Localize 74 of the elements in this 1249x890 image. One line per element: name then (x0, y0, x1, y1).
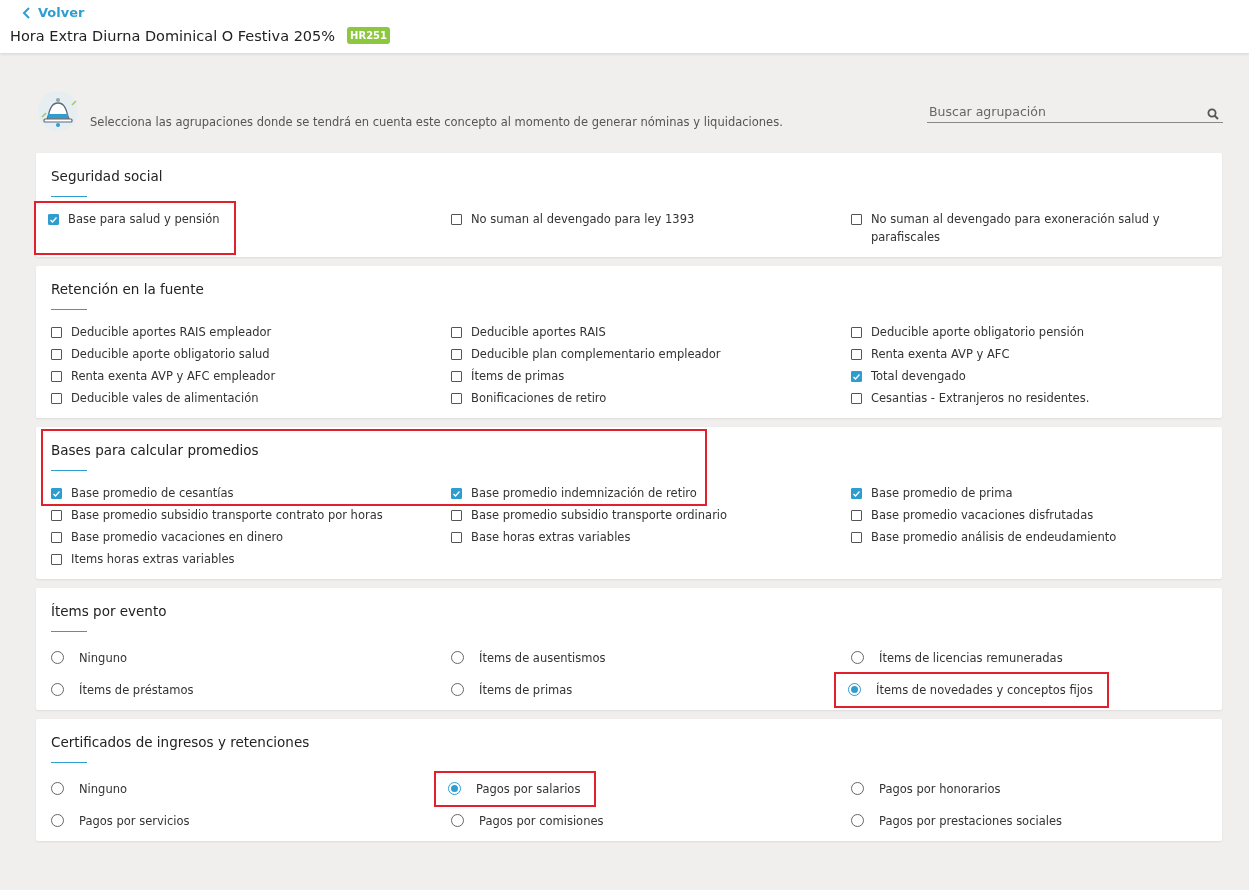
checkbox[interactable] (451, 371, 462, 382)
checkbox[interactable] (451, 349, 462, 360)
radio-option[interactable]: Pagos por salarios (436, 773, 595, 805)
section-title: Ítems por evento (51, 603, 167, 619)
radio-option[interactable]: Pagos por honorarios (846, 779, 1006, 799)
radio-option[interactable]: Pagos por prestaciones sociales (846, 811, 1067, 831)
radio-option[interactable]: Ninguno (46, 779, 132, 799)
checkbox[interactable] (51, 349, 62, 360)
checkbox-option[interactable]: No suman al devengado para exoneración salud y parafiscales (846, 209, 1196, 247)
checkbox[interactable] (851, 488, 862, 499)
checkbox-option[interactable]: Base promedio vacaciones en dinero (46, 527, 289, 547)
checkbox[interactable] (451, 327, 462, 338)
radio-option[interactable]: Pagos por comisiones (446, 811, 609, 831)
search-field[interactable]: Buscar agrupación (927, 104, 1223, 123)
checkbox[interactable] (851, 214, 862, 225)
checkbox-option[interactable]: Base para salud y pensión (36, 203, 234, 253)
checkbox[interactable] (51, 371, 62, 382)
checkbox[interactable] (851, 532, 862, 543)
checkbox[interactable] (451, 488, 462, 499)
checkbox[interactable] (451, 510, 462, 521)
checkbox-option[interactable]: Base promedio de cesantías (46, 483, 239, 503)
checkbox-option[interactable]: Cesantias - Extranjeros no residentes. (846, 388, 1095, 408)
checkbox[interactable] (851, 371, 862, 382)
code-badge: HR251 (347, 27, 391, 44)
checkbox[interactable] (51, 393, 62, 404)
checkbox-option[interactable]: Renta exenta AVP y AFC empleador (46, 366, 281, 386)
checkbox-option[interactable]: Deducible aporte obligatorio salud (46, 344, 275, 364)
section-title: Seguridad social (51, 168, 163, 184)
checkbox-option[interactable]: Base promedio de prima (846, 483, 1018, 503)
radio-option[interactable]: Ítems de novedades y conceptos fijos (836, 674, 1107, 706)
checkbox-option[interactable]: Deducible vales de alimentación (46, 388, 264, 408)
checkbox[interactable] (48, 214, 59, 225)
checkbox[interactable] (51, 488, 62, 499)
checkbox[interactable] (851, 327, 862, 338)
checkbox-option[interactable]: Base promedio vacaciones disfrutadas (846, 505, 1099, 525)
radio-option[interactable]: Pagos por servicios (46, 811, 195, 831)
checkbox[interactable] (51, 532, 62, 543)
checkbox-option[interactable]: Deducible plan complementario empleador (446, 344, 726, 364)
checkbox[interactable] (51, 510, 62, 521)
checkbox-option[interactable]: Deducible aporte obligatorio pensión (846, 322, 1090, 342)
checkbox[interactable] (851, 349, 862, 360)
checkbox-option[interactable]: Items horas extras variables (46, 549, 240, 569)
checkbox[interactable] (51, 327, 62, 338)
checkbox-option[interactable]: Base promedio subsidio transporte ordinario (446, 505, 733, 525)
radio-option[interactable]: Ítems de ausentismos (446, 648, 611, 668)
checkbox[interactable] (51, 554, 62, 565)
checkbox-option[interactable]: Deducible aportes RAIS empleador (46, 322, 277, 342)
radio-option[interactable]: Ninguno (46, 648, 132, 668)
instruction-text: Selecciona las agrupaciones donde se tendrá en cuenta este concepto al momento de generar nóminas y liquidaciones. (90, 115, 783, 131)
radio-option[interactable]: Ítems de primas (446, 680, 578, 700)
radio-option[interactable]: Ítems de préstamos (46, 680, 199, 700)
page-title: Hora Extra Diurna Dominical O Festiva 205% (10, 27, 336, 44)
checkbox-option[interactable]: Ítems de primas (446, 366, 570, 386)
checkbox[interactable] (451, 532, 462, 543)
section-title: Certificados de ingresos y retenciones (51, 734, 310, 750)
search-icon (1207, 108, 1219, 120)
checkbox[interactable] (851, 510, 862, 521)
checkbox[interactable] (451, 214, 462, 225)
checkbox-option[interactable]: Deducible aportes RAIS (446, 322, 611, 342)
checkbox-option[interactable]: Base promedio indemnización de retiro (446, 483, 702, 503)
checkbox-option[interactable]: Bonificaciones de retiro (446, 388, 612, 408)
chevron-left-icon (22, 6, 30, 19)
checkbox-option[interactable]: Base horas extras variables (446, 527, 636, 547)
section-title: Bases para calcular promedios (51, 442, 259, 458)
checkbox[interactable] (851, 393, 862, 404)
checkbox[interactable] (451, 393, 462, 404)
bell-illustration-icon (36, 89, 80, 133)
checkbox-option[interactable]: Base promedio análisis de endeudamiento (846, 527, 1122, 547)
checkbox-option[interactable]: Total devengado (846, 366, 971, 386)
checkbox-option[interactable]: Base promedio subsidio transporte contrato por horas (46, 505, 388, 525)
checkbox-option[interactable]: No suman al devengado para ley 1393 (446, 209, 700, 247)
section-title: Retención en la fuente (51, 281, 204, 297)
checkbox-option[interactable]: Renta exenta AVP y AFC (846, 344, 1015, 364)
radio-option[interactable]: Ítems de licencias remuneradas (846, 648, 1068, 668)
